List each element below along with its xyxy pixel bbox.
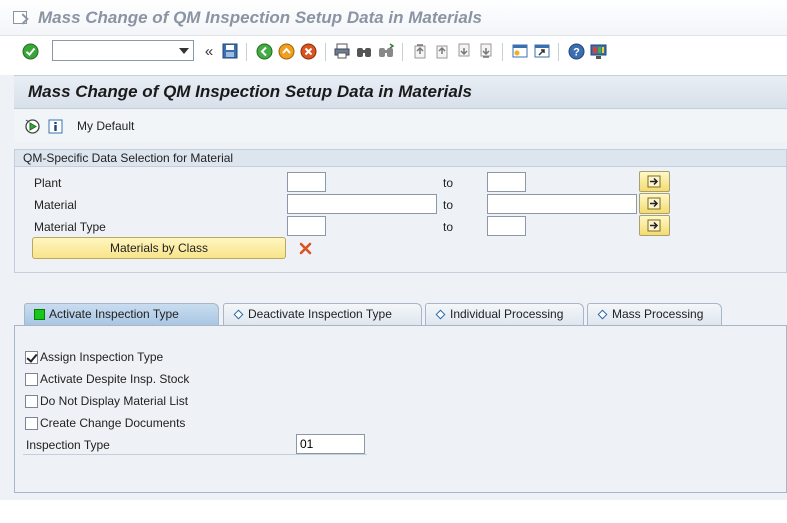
toolbar-separator <box>246 43 247 61</box>
delete-icon[interactable] <box>296 239 314 257</box>
multiple-selection-arrow-icon <box>647 197 660 210</box>
inspection-type-row: Inspection Type <box>23 433 367 455</box>
material-multiple-selection-button[interactable] <box>639 193 670 214</box>
plant-multiple-selection-button[interactable] <box>639 171 670 192</box>
diamond-icon <box>435 309 446 320</box>
command-input[interactable] <box>53 41 175 60</box>
create-session-icon[interactable] <box>511 42 529 60</box>
tab-label: Activate Inspection Type <box>49 307 179 321</box>
selection-group-box: QM-Specific Data Selection for Material … <box>14 149 787 273</box>
variant-label[interactable]: My Default <box>77 119 134 133</box>
window-menu-icon[interactable] <box>13 11 27 24</box>
material-type-to-input[interactable] <box>487 216 526 236</box>
bottom-strip <box>0 500 787 523</box>
diamond-icon <box>233 309 244 320</box>
plant-from-input[interactable] <box>287 172 326 192</box>
plant-to-input[interactable] <box>487 172 526 192</box>
checkbox-label: Create Change Documents <box>40 416 186 430</box>
application-toolbar: My Default <box>14 110 787 142</box>
enter-icon[interactable] <box>21 42 39 60</box>
command-field[interactable] <box>52 40 194 61</box>
page-title: Mass Change of QM Inspection Setup Data … <box>28 82 472 101</box>
first-page-icon[interactable] <box>411 42 429 60</box>
toolbar-separator <box>502 43 503 61</box>
do-not-display-material-list-checkbox[interactable] <box>25 395 38 408</box>
material-to-label: to <box>443 198 454 212</box>
last-page-icon[interactable] <box>477 42 495 60</box>
group-title: QM-Specific Data Selection for Material <box>15 150 786 167</box>
save-icon[interactable] <box>221 42 239 60</box>
material-type-label: Material Type <box>34 220 106 234</box>
activate-despite-insp-stock-checkbox[interactable] <box>25 373 38 386</box>
toolbar-separator <box>402 43 403 61</box>
tab-mass-processing[interactable]: Mass Processing <box>587 303 722 325</box>
tab-strip: Activate Inspection Type Deactivate Insp… <box>14 303 787 325</box>
tab-activate-inspection-type[interactable]: Activate Inspection Type <box>24 303 219 325</box>
diamond-icon <box>597 309 608 320</box>
customize-layout-icon[interactable] <box>589 42 607 60</box>
toolbar-separator <box>325 43 326 61</box>
multiple-selection-arrow-icon <box>647 175 660 188</box>
cancel-icon[interactable] <box>299 42 317 60</box>
tab-deactivate-inspection-type[interactable]: Deactivate Inspection Type <box>223 303 422 325</box>
window-title-bar: Mass Change of QM Inspection Setup Data … <box>0 0 787 36</box>
material-label: Material <box>34 198 77 212</box>
svg-text:?: ? <box>573 46 580 58</box>
checkbox-label: Activate Despite Insp. Stock <box>40 372 190 386</box>
active-status-icon <box>34 309 45 320</box>
material-to-input[interactable] <box>487 194 637 214</box>
help-icon[interactable]: ? <box>567 42 585 60</box>
checkbox-label: Assign Inspection Type <box>40 350 164 364</box>
plant-label: Plant <box>34 176 62 190</box>
next-page-icon[interactable] <box>455 42 473 60</box>
create-change-documents-checkbox[interactable] <box>25 417 38 430</box>
find-icon[interactable] <box>355 42 373 60</box>
materials-by-class-button[interactable]: Materials by Class <box>32 237 286 259</box>
window-title: Mass Change of QM Inspection Setup Data … <box>38 8 482 27</box>
content-area: Mass Change of QM Inspection Setup Data … <box>0 75 787 523</box>
inspection-type-label: Inspection Type <box>26 438 110 452</box>
chevron-down-icon[interactable] <box>179 48 189 54</box>
back-icon[interactable] <box>255 42 273 60</box>
plant-to-label: to <box>443 176 454 190</box>
page-header: Mass Change of QM Inspection Setup Data … <box>14 75 787 109</box>
tab-panel-activate: Assign Inspection Type Activate Despite … <box>14 325 787 493</box>
checkbox-label: Do Not Display Material List <box>40 394 189 408</box>
multiple-selection-arrow-icon <box>647 219 660 232</box>
info-icon[interactable] <box>46 117 64 135</box>
find-next-icon[interactable] <box>377 42 395 60</box>
shortcut-icon[interactable] <box>533 42 551 60</box>
tab-label: Individual Processing <box>450 307 564 321</box>
material-type-from-input[interactable] <box>287 216 326 236</box>
standard-toolbar: « ? <box>0 37 787 67</box>
material-from-input[interactable] <box>287 194 437 214</box>
assign-inspection-type-checkbox[interactable] <box>25 351 38 364</box>
material-type-to-label: to <box>443 220 454 234</box>
execute-icon[interactable] <box>23 117 41 135</box>
previous-page-icon[interactable] <box>433 42 451 60</box>
material-type-multiple-selection-button[interactable] <box>639 215 670 236</box>
tab-individual-processing[interactable]: Individual Processing <box>425 303 584 325</box>
tab-label: Mass Processing <box>612 307 704 321</box>
inspection-type-input[interactable] <box>296 434 365 454</box>
fast-back-icon[interactable]: « <box>200 42 218 60</box>
exit-icon[interactable] <box>277 42 295 60</box>
toolbar-separator <box>558 43 559 61</box>
tab-label: Deactivate Inspection Type <box>248 307 392 321</box>
print-icon[interactable] <box>333 42 351 60</box>
